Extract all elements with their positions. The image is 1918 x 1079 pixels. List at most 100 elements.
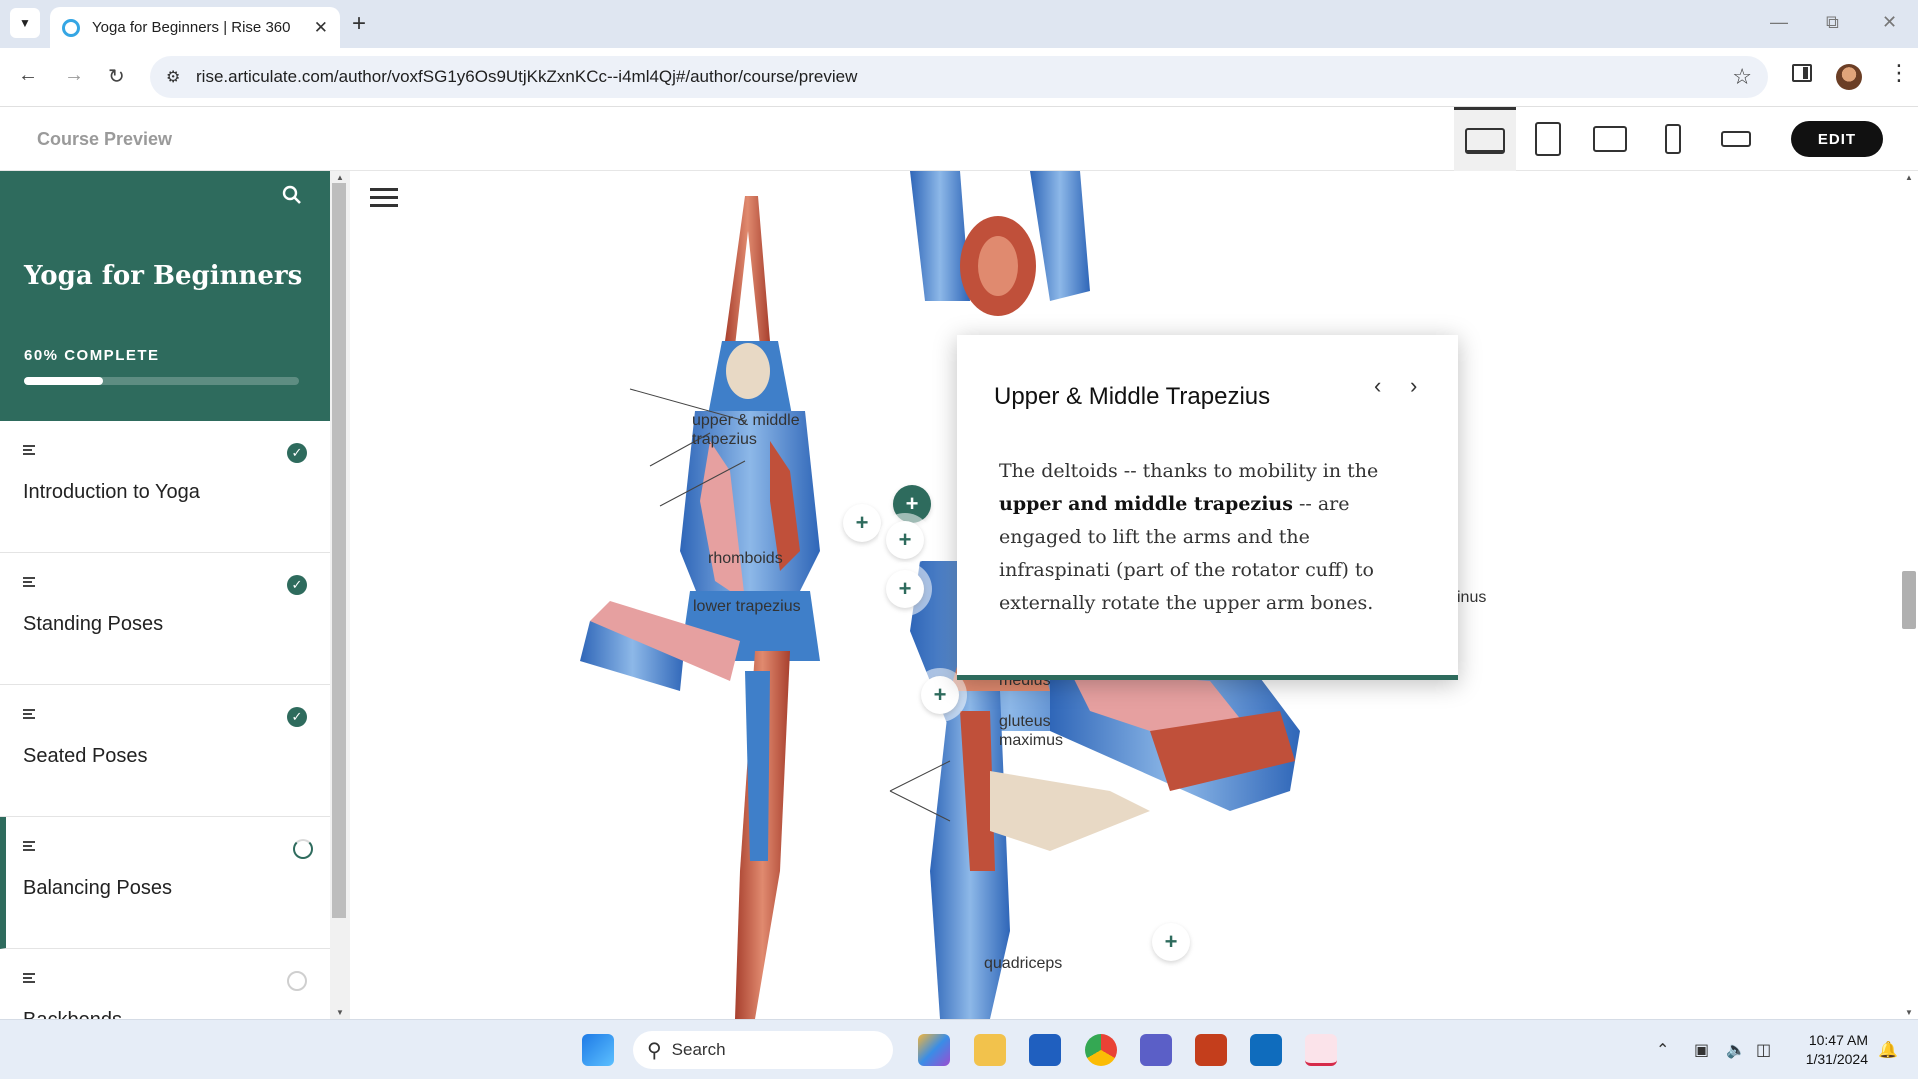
previous-icon[interactable]: ‹ (1374, 373, 1381, 399)
label-partial: inus (1457, 589, 1487, 606)
clock-date: 1/31/2024 (1805, 1051, 1868, 1067)
outlook-icon[interactable] (1250, 1034, 1282, 1066)
ribbon-title: Course Preview (37, 129, 173, 149)
tab-title: Yoga for Beginners | Rise 360 (92, 19, 291, 36)
tablet-portrait-view-button[interactable] (1517, 107, 1579, 171)
file-explorer-icon[interactable] (974, 1034, 1006, 1066)
scroll-down-icon[interactable]: ▼ (336, 1008, 344, 1017)
phone-portrait-view-button[interactable] (1642, 107, 1704, 171)
taskbar-search[interactable]: ⚲ Search (633, 1031, 893, 1069)
sidebar-scrollbar[interactable]: ▲ ▼ (330, 171, 350, 1019)
lesson-type-icon (23, 445, 35, 457)
complete-check-icon: ✓ (287, 575, 307, 595)
sidebar-lesson-item[interactable]: ✓ Standing Poses (0, 553, 330, 685)
url-field[interactable]: ⚙ rise.articulate.com/author/voxfSG1y6Os… (150, 56, 1768, 98)
content-scrollbar[interactable]: ▲ ▼ (1900, 171, 1918, 1019)
scroll-up-icon[interactable]: ▲ (336, 173, 344, 182)
system-clock[interactable]: 10:47 AM 1/31/2024 (1798, 1031, 1868, 1069)
powerpoint-icon[interactable] (1195, 1034, 1227, 1066)
lesson-label: Seated Poses (23, 745, 148, 767)
next-icon[interactable]: › (1410, 373, 1417, 399)
teams-icon[interactable] (1140, 1034, 1172, 1066)
laptop-icon (1465, 127, 1505, 154)
close-tab-icon[interactable]: ✕ (314, 18, 328, 38)
notifications-icon[interactable]: 🔔 (1878, 1040, 1898, 1060)
lesson-label: Standing Poses (23, 613, 164, 635)
lesson-label: Backbends (23, 1009, 122, 1019)
chrome-icon[interactable] (1085, 1034, 1117, 1066)
progress-label: 60% COMPLETE (24, 347, 160, 364)
not-started-icon (287, 971, 307, 991)
complete-check-icon: ✓ (287, 443, 307, 463)
label-lower-trapezius: lower trapezius (693, 598, 801, 615)
sidebar-scroll-thumb[interactable] (332, 183, 346, 918)
profile-avatar[interactable] (1836, 64, 1862, 90)
hotspot-lower-trapezius[interactable]: + (886, 570, 924, 608)
hotspot-quadriceps[interactable]: + (1152, 923, 1190, 961)
tab-search-dropdown[interactable]: ▼ (10, 8, 40, 38)
battery-icon[interactable]: ◫ (1756, 1040, 1771, 1060)
back-icon[interactable]: ← (18, 64, 38, 87)
content-scroll-thumb[interactable] (1902, 571, 1916, 629)
copilot-icon[interactable] (918, 1034, 950, 1066)
sidebar-lesson-item[interactable]: Balancing Poses (0, 817, 330, 949)
scroll-down-icon[interactable]: ▼ (1905, 1008, 1913, 1017)
browser-tab[interactable]: Yoga for Beginners | Rise 360 ✕ (50, 7, 340, 48)
new-tab-icon[interactable]: + (352, 10, 366, 38)
bookmark-star-icon[interactable]: ☆ (1732, 64, 1752, 90)
tablet-icon (1535, 122, 1561, 156)
store-icon[interactable] (1029, 1034, 1061, 1066)
course-sidebar: Yoga for Beginners 60% COMPLETE ✓ Introdu… (0, 171, 330, 1019)
lesson-content: upper & middle trapezius rhomboids lower… (350, 171, 1900, 1019)
desktop-view-button[interactable] (1454, 107, 1516, 171)
label-rhomboids: rhomboids (708, 550, 783, 567)
hotspot-gluteus[interactable]: + (921, 676, 959, 714)
address-bar-row: ← → ↻ ⚙ rise.articulate.com/author/voxfS… (0, 48, 1918, 107)
sidebar-lesson-item[interactable]: Backbends (0, 949, 330, 1019)
phone-landscape-view-button[interactable] (1705, 107, 1767, 171)
sidebar-lesson-item[interactable]: ✓ Seated Poses (0, 685, 330, 817)
scroll-up-icon[interactable]: ▲ (1905, 173, 1913, 182)
snipping-tool-icon[interactable] (1305, 1034, 1337, 1066)
search-icon: ⚲ (647, 1039, 662, 1062)
progress-bar (24, 377, 299, 385)
network-icon[interactable]: ▣ (1694, 1040, 1709, 1060)
hotspot-infraspinatus[interactable]: + (886, 521, 924, 559)
windows-taskbar: ⚲ Search ⌃ ▣ 🔈 ◫ 10:47 AM 1/31/2024 🔔 (0, 1019, 1918, 1079)
taskbar-search-label: Search (671, 1040, 726, 1059)
chevron-down-icon: ▼ (19, 16, 31, 30)
phone-landscape-icon (1721, 131, 1751, 147)
sidebar-header: Yoga for Beginners 60% COMPLETE (0, 171, 330, 421)
forward-icon[interactable]: → (64, 64, 84, 87)
start-icon[interactable] (582, 1034, 614, 1066)
lesson-label: Introduction to Yoga (23, 481, 200, 503)
close-window-icon[interactable]: ✕ (1882, 12, 1897, 33)
search-icon[interactable] (282, 185, 302, 205)
lesson-type-icon (23, 973, 35, 985)
tablet-landscape-view-button[interactable] (1579, 107, 1641, 171)
browser-menu-icon[interactable]: ⋮ (1888, 62, 1910, 84)
restore-icon[interactable]: ⧉ (1826, 12, 1839, 33)
phone-icon (1665, 124, 1681, 154)
lesson-type-icon (23, 577, 35, 589)
lesson-type-icon (23, 841, 35, 853)
url-text: rise.articulate.com/author/voxfSG1y6Os9U… (196, 67, 858, 86)
clock-time: 10:47 AM (1808, 1032, 1868, 1048)
reload-icon[interactable]: ↻ (108, 64, 125, 89)
side-panel-icon[interactable] (1792, 64, 1812, 82)
minimize-icon[interactable]: — (1770, 12, 1788, 33)
popup-title: Upper & Middle Trapezius (994, 383, 1271, 410)
in-progress-icon (293, 839, 313, 859)
edit-button[interactable]: EDIT (1791, 121, 1883, 157)
hotspot-trapezius-selected[interactable]: + (893, 485, 931, 523)
progress-fill (24, 377, 104, 385)
preview-ribbon: Course Preview EDIT (0, 107, 1918, 171)
hotspot-rhomboids[interactable]: + (843, 504, 881, 542)
popup-text: The deltoids -- thanks to mobility in th… (999, 460, 1379, 614)
site-info-icon[interactable]: ⚙ (166, 67, 180, 87)
label-gluteus-maximus: gluteus maximus (999, 713, 1064, 749)
sidebar-lesson-item[interactable]: ✓ Introduction to Yoga (0, 421, 330, 553)
volume-icon[interactable]: 🔈 (1726, 1040, 1746, 1060)
rise-favicon-icon (62, 18, 80, 37)
show-hidden-icons-icon[interactable]: ⌃ (1656, 1040, 1669, 1060)
